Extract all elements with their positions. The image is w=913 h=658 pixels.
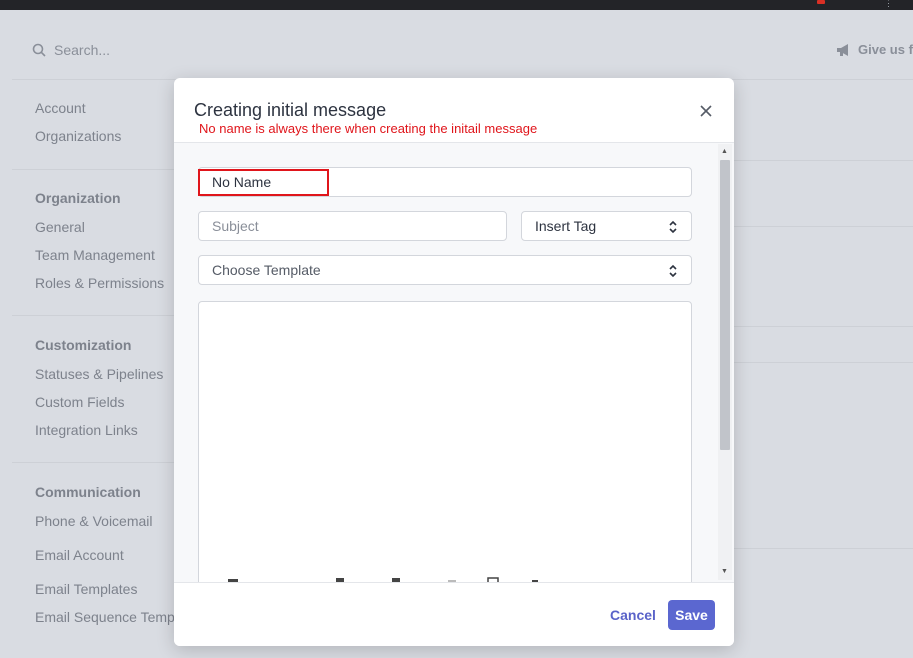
megaphone-icon [837, 43, 848, 56]
sidebar-item-account[interactable]: Account [35, 100, 86, 116]
sidebar-item-email-sequence-templates[interactable]: Email Sequence Templ [35, 609, 178, 625]
close-button[interactable] [695, 100, 717, 122]
insert-tag-select[interactable]: Insert Tag [521, 211, 692, 241]
search-icon [32, 43, 46, 57]
cancel-button[interactable]: Cancel [610, 607, 656, 623]
browser-recording-indicator [817, 0, 825, 4]
sidebar-item-email-account[interactable]: Email Account [35, 547, 124, 563]
insert-tag-label: Insert Tag [535, 218, 597, 234]
sidebar-item-integration-links[interactable]: Integration Links [35, 422, 138, 438]
sidebar-heading-customization: Customization [35, 337, 132, 353]
divider [734, 548, 913, 549]
divider [734, 160, 913, 161]
sidebar-heading-communication: Communication [35, 484, 141, 500]
sidebar-item-general[interactable]: General [35, 219, 85, 235]
message-body-editor[interactable] [198, 301, 692, 591]
save-button[interactable]: Save [668, 600, 715, 630]
search-placeholder: Search... [54, 42, 111, 58]
choose-template-select[interactable]: Choose Template [198, 255, 692, 285]
sidebar-item-organizations[interactable]: Organizations [35, 128, 121, 144]
save-button-label: Save [675, 607, 708, 623]
recipient-name-field[interactable]: No Name [198, 167, 692, 197]
feedback-label: Give us fe [858, 42, 913, 57]
updown-chevron-icon [669, 264, 677, 278]
sidebar-item-custom-fields[interactable]: Custom Fields [35, 394, 124, 410]
divider [734, 362, 913, 363]
scrollbar-thumb[interactable] [720, 160, 730, 450]
sidebar-item-phone-voicemail[interactable]: Phone & Voicemail [35, 513, 153, 529]
close-icon [700, 105, 712, 117]
sidebar-item-email-templates[interactable]: Email Templates [35, 581, 137, 597]
scroll-up-arrow-icon[interactable]: ▲ [721, 148, 728, 156]
search-bar[interactable]: Search... [32, 42, 110, 58]
scroll-down-arrow-icon[interactable]: ▼ [721, 568, 728, 576]
divider [734, 326, 913, 327]
sidebar-item-team-management[interactable]: Team Management [35, 247, 155, 263]
subject-placeholder: Subject [212, 218, 259, 234]
feedback-button[interactable]: Give us fe [836, 42, 913, 57]
browser-top-strip: ⋮ [0, 0, 913, 10]
divider [734, 226, 913, 227]
browser-menu-icon[interactable]: ⋮ [884, 0, 893, 8]
subject-field[interactable]: Subject [198, 211, 507, 241]
modal-body: No Name Subject Insert Tag Choose Templa… [174, 142, 734, 591]
create-message-modal: Creating initial message No name is alwa… [174, 78, 734, 646]
modal-title: Creating initial message [194, 100, 387, 120]
modal-scrollbar[interactable]: ▲ ▼ [718, 144, 732, 580]
updown-chevron-icon [669, 220, 677, 234]
sidebar-item-statuses-pipelines[interactable]: Statuses & Pipelines [35, 366, 163, 382]
sidebar-heading-organization: Organization [35, 190, 121, 206]
recipient-name-value: No Name [212, 174, 272, 190]
app-header: Search... Give us fe [12, 20, 913, 80]
choose-template-label: Choose Template [212, 262, 321, 278]
modal-footer: Cancel Save [174, 582, 734, 646]
sidebar-item-roles-permissions[interactable]: Roles & Permissions [35, 275, 164, 291]
screenshot-annotation: No name is always there when creating th… [199, 121, 538, 136]
